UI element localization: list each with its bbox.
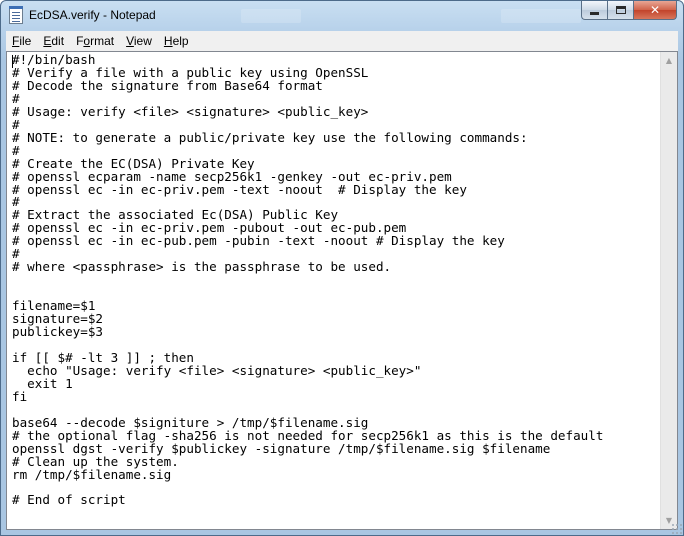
close-button[interactable]: ✕ <box>633 1 677 20</box>
scroll-up-icon[interactable]: ▲ <box>661 52 677 69</box>
text-caret <box>12 55 13 68</box>
text-line: echo "Usage: verify <file> <signature> <… <box>12 362 422 378</box>
notepad-app-icon[interactable] <box>9 6 23 24</box>
text-line: # Decode the signature from Base64 forma… <box>12 77 323 93</box>
title-bar[interactable]: EcDSA.verify - Notepad ✕ <box>1 1 683 31</box>
text-line: # Usage: verify <file> <signature> <publ… <box>12 103 369 119</box>
text-line: # openssl ec -in ec-priv.pem -text -noou… <box>12 181 467 197</box>
text-line: # where <passphrase> is the passphrase t… <box>12 259 392 275</box>
text-line <box>12 287 660 300</box>
menu-format[interactable]: Format <box>70 34 120 48</box>
minimize-button[interactable] <box>581 1 607 20</box>
maximize-button[interactable] <box>607 1 633 20</box>
caption-buttons: ✕ <box>581 1 677 21</box>
text-line: filename=$1 <box>12 298 96 314</box>
text-line: # openssl ec -in ec-pub.pem -pubin -text… <box>12 233 505 249</box>
minimize-icon <box>590 11 599 15</box>
text-line: signature=$2 <box>12 311 103 327</box>
text-line <box>12 274 660 287</box>
menu-help[interactable]: Help <box>158 34 195 48</box>
menu-file[interactable]: File <box>6 34 37 48</box>
text-line: # End of script <box>12 492 126 508</box>
menu-edit[interactable]: Edit <box>37 34 70 48</box>
menu-bar: File Edit Format View Help <box>6 31 678 51</box>
close-icon: ✕ <box>649 3 661 17</box>
text-line: rm /tmp/$filename.sig <box>12 466 172 482</box>
notepad-window: EcDSA.verify - Notepad ✕ File Edit Forma… <box>0 0 684 536</box>
text-line: fi <box>12 388 28 404</box>
text-line: publickey=$3 <box>12 324 103 340</box>
background-window-ghost <box>501 9 581 23</box>
vertical-scrollbar[interactable]: ▲ ▼ <box>660 52 677 529</box>
maximize-icon <box>615 6 626 14</box>
resize-grip-icon[interactable] <box>671 523 683 535</box>
text-editor[interactable]: #!/bin/bash # Verify a file with a public… <box>6 51 678 530</box>
text-line: exit 1 <box>12 375 73 391</box>
text-content[interactable]: #!/bin/bash # Verify a file with a public… <box>7 52 660 529</box>
text-line: # NOTE: to generate a public/private key… <box>12 129 528 145</box>
menu-view[interactable]: View <box>120 34 158 48</box>
window-title: EcDSA.verify - Notepad <box>29 8 156 22</box>
background-window-ghost <box>241 9 301 23</box>
